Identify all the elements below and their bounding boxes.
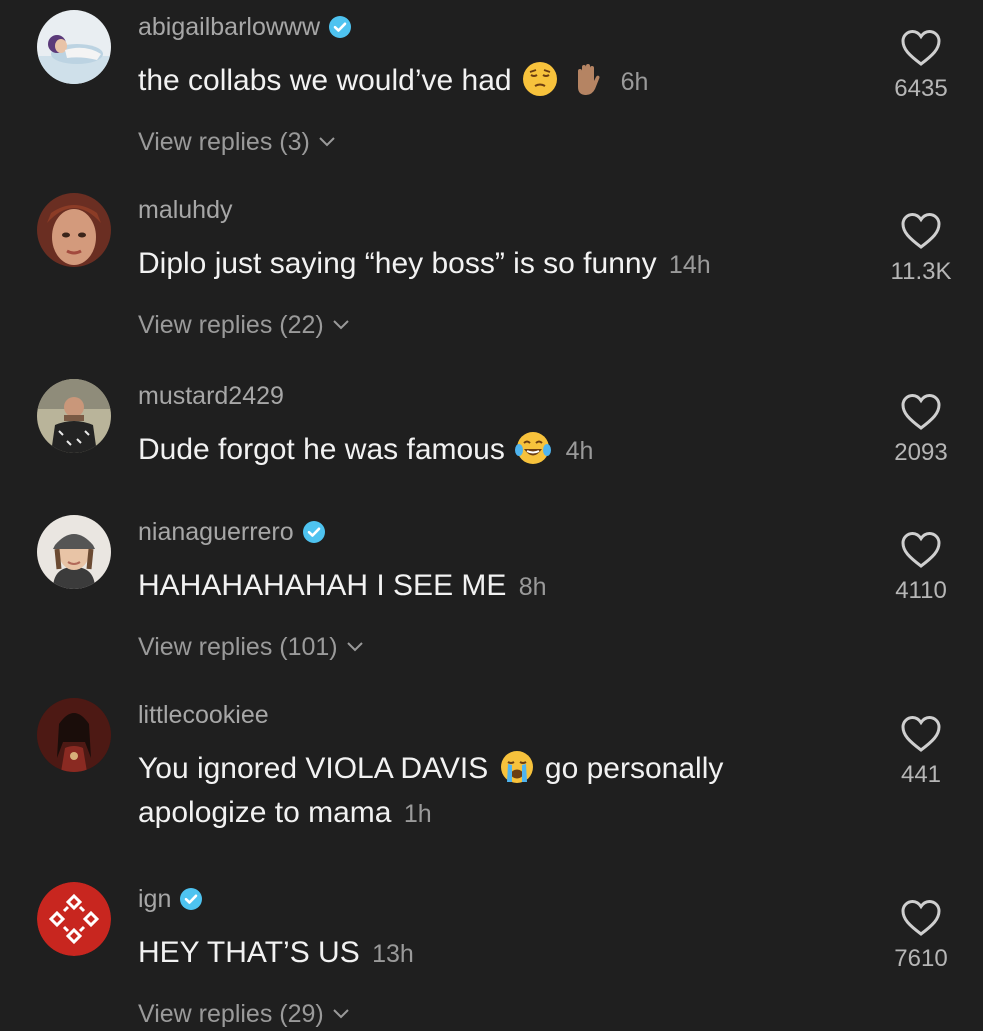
chevron-down-icon [333, 1009, 349, 1019]
avatar[interactable] [37, 882, 111, 956]
comment-text: HAHAHAHAHAH I SEE ME 8h [138, 569, 547, 602]
like-count: 6435 [894, 75, 948, 102]
pensive-face-icon [522, 61, 558, 97]
face-with-tears-of-joy-icon [515, 430, 552, 466]
verified-badge-icon [180, 888, 203, 910]
view-replies-button[interactable]: View replies (3) [138, 125, 336, 159]
like-count: 441 [900, 761, 942, 788]
like-button[interactable]: 4110 [881, 530, 961, 606]
like-count: 11.3K [890, 258, 952, 285]
heart-icon [901, 531, 941, 568]
view-replies-button[interactable]: View replies (22) [138, 308, 350, 342]
like-button[interactable]: 2093 [881, 392, 961, 468]
like-count: 2093 [894, 439, 948, 466]
comment-text: Diplo just saying “hey boss” is so funny… [138, 247, 711, 280]
username[interactable]: ign [138, 882, 203, 916]
chevron-down-icon [319, 137, 335, 147]
ign-logo [37, 882, 111, 956]
comment-text: the collabs we would’ve had 6h [138, 59, 828, 104]
like-button[interactable]: 6435 [881, 28, 961, 104]
like-button[interactable]: 11.3K [881, 211, 961, 287]
avatar[interactable] [37, 10, 111, 84]
heart-icon [901, 899, 941, 936]
raised-hand-icon [570, 61, 606, 97]
chevron-down-icon [346, 642, 363, 652]
loudly-crying-face-icon [499, 749, 535, 785]
heart-icon [901, 393, 941, 430]
avatar[interactable] [37, 515, 111, 589]
chevron-down-icon [333, 320, 349, 330]
username[interactable]: mustard2429 [138, 379, 284, 413]
like-button[interactable]: 7610 [881, 898, 961, 974]
view-replies-button[interactable]: View replies (29) [138, 997, 350, 1031]
username[interactable]: littlecookiee [138, 698, 269, 732]
verified-badge-icon [329, 16, 352, 38]
comment-text: HEY THAT’S US 13h [138, 936, 414, 969]
like-count: 7610 [894, 945, 948, 972]
username[interactable]: abigailbarlowww [138, 10, 352, 44]
like-button[interactable]: 441 [881, 714, 961, 790]
view-replies-button[interactable]: View replies (101) [138, 630, 364, 664]
avatar[interactable] [37, 193, 111, 267]
username[interactable]: maluhdy [138, 193, 233, 227]
comment-text: Dude forgot he was famous 4h [138, 428, 828, 473]
verified-badge-icon [302, 521, 325, 543]
username[interactable]: nianaguerrero [138, 515, 325, 549]
comment-text: You ignored VIOLA DAVIS go personally ap… [138, 747, 828, 836]
avatar[interactable] [37, 379, 111, 453]
avatar[interactable] [37, 698, 111, 772]
heart-icon [901, 212, 941, 249]
heart-icon [901, 715, 941, 752]
heart-icon [901, 29, 941, 66]
like-count: 4110 [895, 577, 947, 604]
